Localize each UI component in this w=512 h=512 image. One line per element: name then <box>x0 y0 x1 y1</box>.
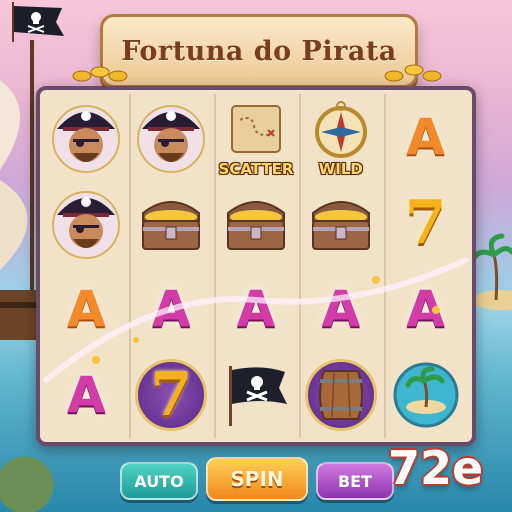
reel-cell-pirate <box>44 94 129 180</box>
game-scene: Fortuna do Pirata SCATTER WILD A 7 A A A… <box>0 0 512 512</box>
letter-a-symbol: A <box>321 280 361 338</box>
letter-a-symbol: A <box>67 280 106 338</box>
reel-cell-jolly-roger <box>214 352 299 438</box>
reel-cell-scatter: SCATTER <box>214 94 299 180</box>
reel-grid: SCATTER WILD A 7 A A A A A A 7 <box>44 94 468 438</box>
reel-frame: SCATTER WILD A 7 A A A A A A 7 <box>36 86 476 446</box>
wild-label: WILD <box>318 160 363 178</box>
reel-cell-barrel <box>298 352 383 438</box>
reel-cell-letter-a: A <box>214 266 299 352</box>
reel-cell-wild: WILD <box>298 94 383 180</box>
reel-cell-letter-a: A <box>383 94 468 180</box>
island-icon <box>393 362 459 428</box>
seven-symbol: 7 <box>150 360 193 430</box>
reel-cell-treasure-chest <box>214 180 299 266</box>
pirate-captain-icon <box>52 105 121 173</box>
reel-cell-seven: 7 <box>383 180 468 266</box>
compass-icon <box>314 101 367 158</box>
treasure-chest-icon <box>226 201 285 250</box>
letter-a-symbol: A <box>151 280 191 338</box>
letter-a-symbol: A <box>406 280 445 338</box>
win-amount: 72e <box>388 441 484 495</box>
letter-a-symbol: A <box>406 108 445 166</box>
reel-cell-letter-a: A <box>129 266 214 352</box>
auto-button[interactable]: AUTO <box>120 462 198 500</box>
reel-cell-seven: 7 <box>129 352 214 438</box>
reel-cell-treasure-chest <box>298 180 383 266</box>
jolly-roger-flag-icon <box>228 366 287 426</box>
reel-cell-pirate <box>44 180 129 266</box>
jolly-roger-flag-icon <box>12 2 64 42</box>
pirate-captain-icon <box>52 191 121 259</box>
treasure-chest-icon <box>311 201 370 250</box>
spin-button[interactable]: SPIN <box>206 457 308 501</box>
reel-cell-letter-a: A <box>44 352 129 438</box>
gold-coins-pile-icon <box>384 64 442 82</box>
reel-cell-treasure-chest <box>129 180 214 266</box>
barrel-icon <box>318 370 363 420</box>
treasure-chest-icon <box>142 201 201 250</box>
letter-a-symbol: A <box>236 280 276 338</box>
game-title: Fortuna do Pirata <box>121 35 397 67</box>
seven-symbol: 7 <box>404 188 447 258</box>
reel-cell-letter-a: A <box>298 266 383 352</box>
pirate-captain-icon <box>137 105 206 173</box>
reel-cell-island <box>383 352 468 438</box>
title-banner: Fortuna do Pirata <box>100 14 418 88</box>
letter-a-symbol: A <box>67 366 106 424</box>
bet-button[interactable]: BET <box>316 462 394 500</box>
reel-cell-letter-a: A <box>383 266 468 352</box>
reel-cell-letter-a: A <box>44 266 129 352</box>
island-background <box>472 233 512 310</box>
treasure-map-icon <box>230 105 281 153</box>
scatter-label: SCATTER <box>218 160 294 178</box>
gold-coins-pile-icon <box>72 66 128 82</box>
reel-cell-pirate <box>129 94 214 180</box>
